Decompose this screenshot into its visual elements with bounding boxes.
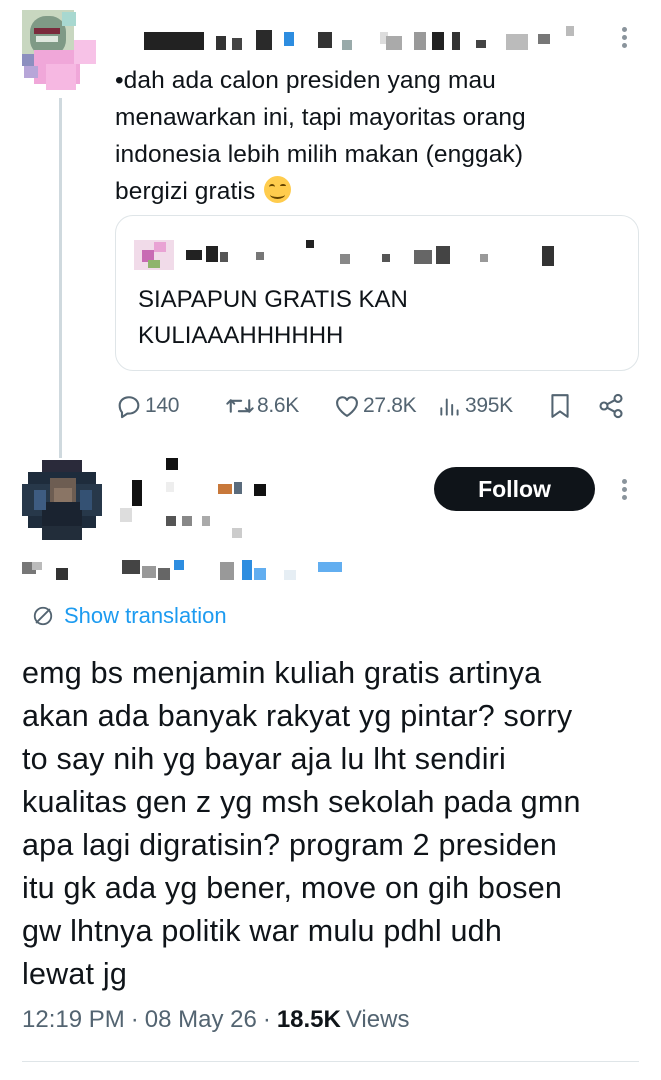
like-icon: [336, 396, 358, 417]
quoted-tweet-text: SIAPAPUN GRATIS KAN KULIAAAHHHHHH: [138, 282, 408, 354]
reply-author-name-redacted[interactable]: [118, 458, 418, 538]
parent-text-line: indonesia lebih milih makan (enggak): [115, 141, 524, 168]
views-icon: [440, 398, 459, 416]
repost-button[interactable]: 8.6K: [225, 388, 299, 424]
parent-tweet-text: •dah ada calon presiden yang mau menawar…: [115, 62, 635, 210]
divider: [22, 1061, 639, 1062]
parent-text-line: menawarkan ini, tapi mayoritas orang: [115, 104, 526, 131]
reply-button[interactable]: 140: [115, 388, 179, 424]
meta-separator: ·: [130, 1006, 139, 1033]
tweet-time[interactable]: 12:19 PM: [22, 1006, 125, 1034]
parent-avatar[interactable]: [22, 10, 98, 92]
bookmark-icon: [551, 394, 569, 418]
meta-separator: ·: [262, 1006, 271, 1033]
reply-avatar[interactable]: [22, 460, 102, 540]
show-translation-link[interactable]: Show translation: [32, 599, 227, 633]
reply-text-line: to say nih yg bayar aja lu lht sendiri: [22, 742, 506, 776]
reply-author-handle-redacted[interactable]: [22, 558, 362, 586]
views-button[interactable]: 395K: [437, 388, 513, 424]
tweet-metadata: 12:19 PM · 08 May 26 · 18.5K Views: [22, 1006, 409, 1034]
parent-author-name-redacted[interactable]: [118, 26, 578, 54]
repost-icon: [226, 399, 254, 413]
follow-button[interactable]: Follow: [434, 467, 595, 511]
parent-text-line-last: bergizi gratis: [115, 173, 635, 210]
parent-text-line: •dah ada calon presiden yang mau: [115, 67, 496, 94]
tweet-views-label: Views: [345, 1006, 410, 1033]
reply-tweet-text: emg bs menjamin kuliah gratis artinya ak…: [22, 652, 642, 996]
parent-more-icon[interactable]: [612, 24, 636, 52]
parent-action-bar: 140 8.6K 27.8K 395K: [115, 388, 635, 424]
reply-icon: [118, 396, 140, 419]
quoted-tweet-card[interactable]: SIAPAPUN GRATIS KAN KULIAAAHHHHHH: [115, 215, 639, 371]
reply-count: 140: [145, 394, 180, 417]
like-button[interactable]: 27.8K: [333, 388, 417, 424]
reply-text-line: itu gk ada yg bener, move on gih bosen: [22, 871, 563, 905]
reply-text-line: akan ada banyak rakyat yg pintar? sorry: [22, 699, 573, 733]
parent-text-line: bergizi gratis: [115, 178, 256, 205]
reply-more-icon[interactable]: [612, 476, 636, 504]
translate-icon: [33, 606, 53, 626]
smiling-face-emoji-icon: [264, 176, 292, 203]
reply-text-line: kualitas gen z yg msh sekolah pada gmn: [22, 785, 581, 819]
quoted-author-redacted: [134, 238, 614, 270]
reply-text-line: lewat jg: [22, 957, 128, 991]
bookmark-button[interactable]: [547, 388, 573, 424]
thread-connector-line: [59, 98, 62, 458]
like-count: 27.8K: [363, 394, 417, 417]
tweet-date[interactable]: 08 May 26: [145, 1006, 257, 1034]
reply-text-line: apa lagi digratisin? program 2 presiden: [22, 828, 558, 862]
tweet-views-count: 18.5K: [276, 1006, 341, 1033]
quoted-text-line: SIAPAPUN GRATIS KAN: [138, 286, 408, 313]
quoted-text-line: KULIAAAHHHHHH: [138, 322, 344, 349]
reply-text-line: gw lhtnya politik war mulu pdhl udh: [22, 914, 503, 948]
reply-text-line: emg bs menjamin kuliah gratis artinya: [22, 656, 542, 690]
share-button[interactable]: [597, 388, 625, 424]
repost-count: 8.6K: [257, 394, 299, 417]
views-count: 395K: [465, 394, 513, 417]
show-translation-label: Show translation: [64, 603, 227, 628]
share-icon: [599, 393, 623, 419]
